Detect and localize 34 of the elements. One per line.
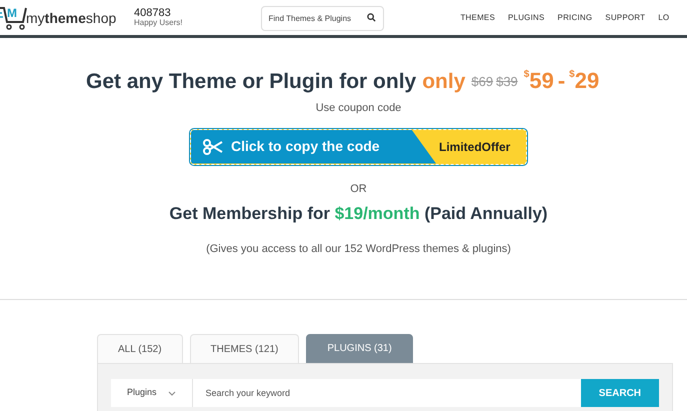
category-select[interactable]: Plugins — [111, 379, 192, 407]
tab[interactable]: PLUGINS (31) — [306, 334, 413, 363]
scissors-icon — [203, 138, 223, 154]
users-label: Happy Users! — [134, 19, 182, 27]
membership-text: Get Membership for — [169, 203, 331, 225]
access-note: (Gives you access to all our 152 WordPress themes & plugins) — [206, 242, 511, 256]
nav-link[interactable]: SUPPORT — [605, 12, 646, 24]
nav-link[interactable]: LO — [658, 12, 670, 24]
headline: Get any Theme or Plugin for only — [86, 70, 416, 92]
nav-link[interactable]: PRICING — [558, 12, 592, 24]
old-price: $69 — [471, 74, 494, 88]
nav-link[interactable]: PLUGINS — [508, 12, 545, 24]
sale-price: $29 — [569, 70, 600, 92]
price-separator: - — [558, 70, 566, 92]
search-icon — [367, 12, 376, 22]
old-price: $39 — [496, 74, 518, 88]
logo-text[interactable]: mythemeshop — [26, 10, 116, 24]
tab[interactable]: ALL (152) — [97, 334, 183, 363]
tab[interactable]: THEMES (121) — [190, 334, 300, 363]
search-field[interactable]: Find Themes & Plugins — [261, 6, 384, 30]
logo-letter: M — [7, 6, 17, 18]
headline-highlight: only — [422, 70, 466, 92]
copy-coupon-button[interactable]: Click to copy the code LimitedOffer — [190, 128, 527, 164]
nav-link[interactable]: THEMES — [460, 12, 496, 24]
logo-cart-icon — [0, 4, 28, 30]
keyword-field[interactable]: Search your keyword — [192, 379, 581, 407]
membership-price: $19/month — [334, 203, 420, 225]
sale-price: $59 — [524, 70, 554, 92]
chevron-down-icon — [168, 390, 176, 396]
membership-note: (Paid Annually) — [423, 203, 548, 225]
coupon-hint: Use coupon code — [316, 101, 402, 116]
user-count: 408783 — [134, 8, 172, 19]
limited-offer-tag: LimitedOffer — [436, 130, 510, 164]
or-label: OR — [350, 182, 367, 196]
